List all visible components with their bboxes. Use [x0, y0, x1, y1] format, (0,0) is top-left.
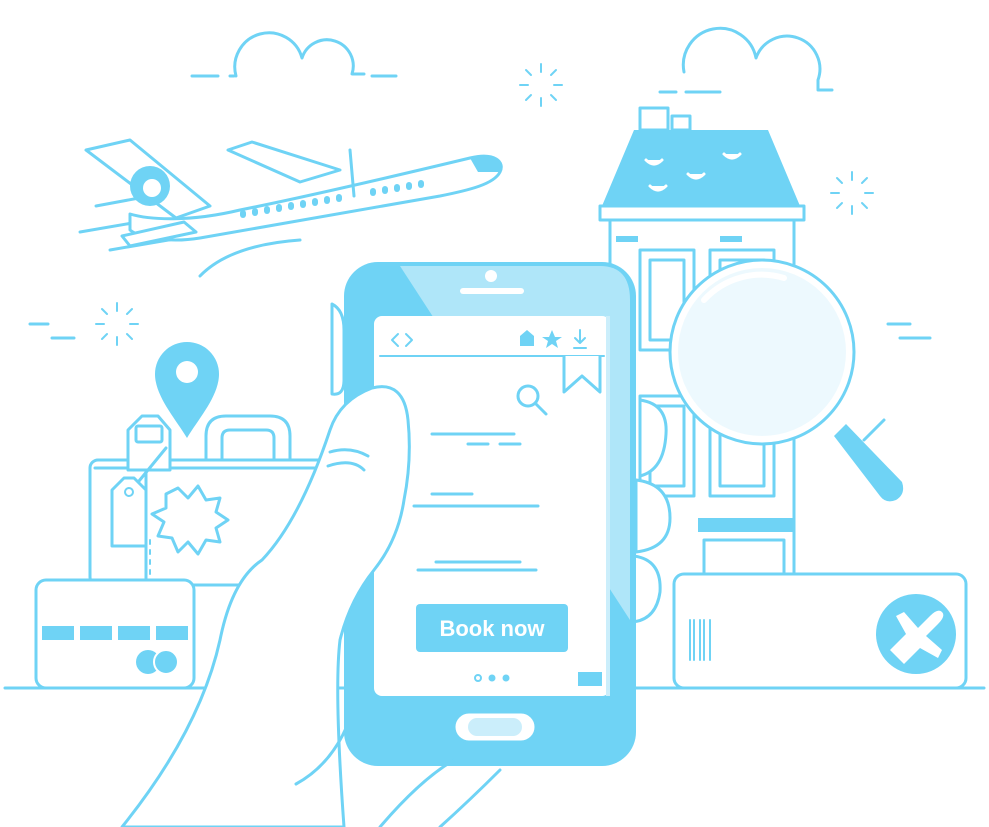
- book-now-label: Book now: [439, 616, 545, 641]
- cloud-icon: [658, 26, 834, 94]
- travel-booking-illustration: .s { fill: none; stroke: #6fd3f5; stroke…: [3, 26, 986, 827]
- pagination-dots[interactable]: [474, 674, 510, 682]
- airplane-icon: [78, 138, 503, 278]
- book-now-button[interactable]: Book now: [416, 604, 568, 652]
- boarding-pass-icon: [672, 572, 968, 690]
- credit-card-icon: [34, 578, 196, 690]
- sparkle-icon: [830, 171, 874, 215]
- sparkle-icon: [95, 302, 139, 346]
- sparkle-icon: [519, 63, 563, 107]
- cloud-icon: [190, 31, 398, 78]
